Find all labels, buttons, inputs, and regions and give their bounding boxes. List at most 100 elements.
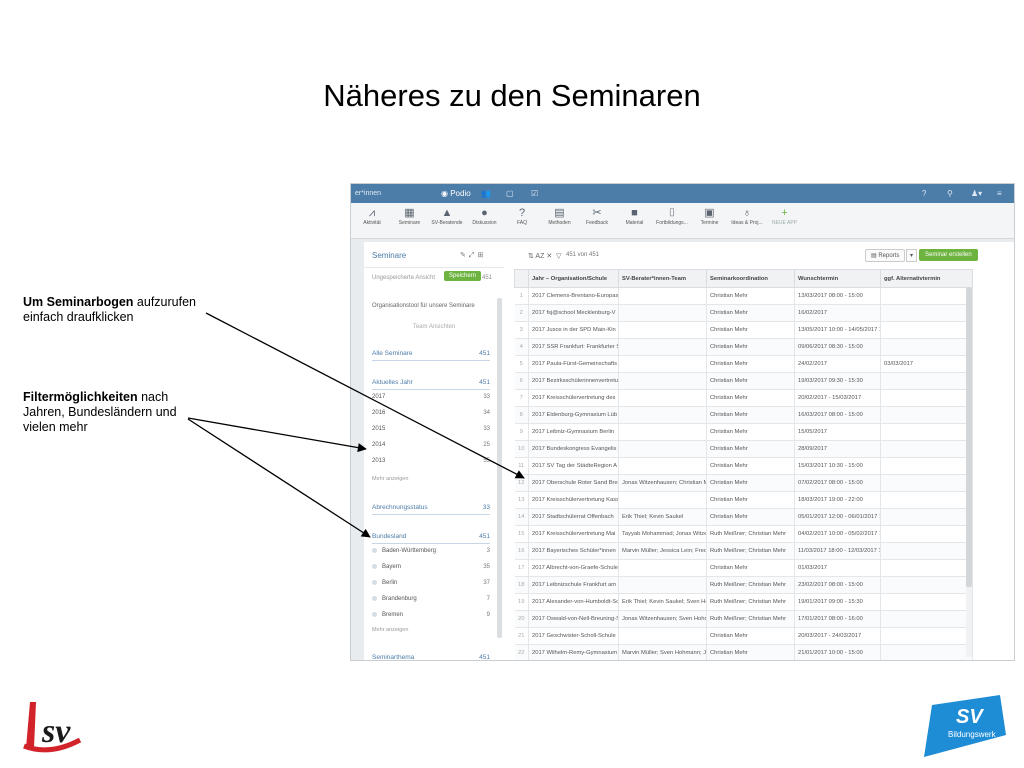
filter-current-year[interactable]: Aktuelles Jahr 451: [372, 379, 490, 390]
filter-billing-status[interactable]: Abrechnungsstatus 33: [372, 504, 490, 515]
toolbar-item[interactable]: ● Diskussion: [465, 206, 505, 226]
table-cell: 2017 Albrecht-von-Graefe-Schule: [528, 559, 619, 577]
table-row[interactable]: 7 2017 Kreisschülervertretung des Christia…: [514, 389, 973, 407]
top-bar: er*innen ◉ Podio 👥 ▢ ☑ ? ⚲ ♟▾ ≡: [351, 184, 1014, 203]
user-icon[interactable]: ♟▾: [971, 189, 982, 198]
table-row[interactable]: 14 2017 Stadtschülerrat Offenbach Erik Thi…: [514, 508, 973, 526]
filter-state-item[interactable]: Baden-Württemberg 3: [372, 548, 490, 554]
checkbox-icon[interactable]: [372, 580, 377, 585]
table-row[interactable]: 4 2017 SSR Frankfurt: Frankfurter S Christ…: [514, 338, 973, 356]
table-cell: Christian Mehr: [706, 355, 795, 373]
table-row[interactable]: 17 2017 Albrecht-von-Graefe-Schule Christi…: [514, 559, 973, 577]
column-header[interactable]: [514, 269, 529, 288]
table-cell: 07/02/2017 08:00 - 15:00: [794, 474, 881, 492]
filter-year-item[interactable]: 2013 55: [372, 458, 490, 464]
item-count: 25: [483, 442, 490, 448]
table-cell: 2017 Jusos in der SPD Main-Kin: [528, 321, 619, 339]
filter-state-item[interactable]: Bayern 35: [372, 564, 490, 570]
workspace-name[interactable]: er*innen: [355, 190, 381, 197]
checkbox-icon[interactable]: [372, 612, 377, 617]
sort-filter-icons[interactable]: ⇅ AZ ✕ ▽: [528, 252, 561, 260]
tasks-icon[interactable]: ☑: [531, 189, 538, 198]
column-header[interactable]: ggf. Alternativtermin: [880, 269, 973, 288]
reports-button[interactable]: ▤ Reports: [865, 249, 906, 262]
filter-state-item[interactable]: Brandenburg 7: [372, 596, 490, 602]
toolbar-item[interactable]: ? FAQ: [502, 206, 542, 226]
table-scrollbar[interactable]: [966, 287, 972, 587]
column-header[interactable]: SV-Berater*innen-Team: [618, 269, 707, 288]
toolbar-label: Termine: [700, 220, 719, 226]
create-seminar-button[interactable]: Seminar erstellen: [919, 249, 978, 261]
reports-dropdown-icon[interactable]: ▾: [906, 249, 918, 262]
column-header[interactable]: Jahr – Organisation/Schule: [528, 269, 619, 288]
item-count: 33: [483, 394, 490, 400]
people-icon[interactable]: 👥: [481, 189, 491, 198]
filter-seminar-theme[interactable]: Seminarthema 451: [372, 654, 490, 660]
callout-bold: Filtermöglichkeiten: [23, 390, 138, 404]
table-row[interactable]: 12 2017 Oberschule Roter Sand Bre Jonas Wi…: [514, 474, 973, 492]
table-cell: [618, 576, 707, 594]
table-row[interactable]: 9 2017 Leibniz-Gymnasium Berlin Christian …: [514, 423, 973, 441]
row-number: 16: [514, 542, 529, 560]
toolbar-item[interactable]: ⩘ Aktivität: [352, 206, 392, 226]
toolbar-item[interactable]: + NEUE APP: [765, 206, 805, 226]
show-more-link[interactable]: Mehr anzeigen: [372, 476, 408, 482]
table-row[interactable]: 2 2017 fsj@school Mecklenburg-V Christian …: [514, 304, 973, 322]
table-cell: Ruth Meißner; Christian Mehr: [706, 593, 795, 611]
filter-all-seminars[interactable]: Alle Seminare 451: [372, 350, 490, 361]
item-label: 2015: [372, 426, 386, 432]
table-row[interactable]: 8 2017 Eldenburg-Gymnasium Lüb Christian M…: [514, 406, 973, 424]
table-row[interactable]: 16 2017 Bayerisches Schüler*innen Marvin M…: [514, 542, 973, 560]
table-row[interactable]: 19 2017 Alexander-von-Humboldt-Sc Erik Thi…: [514, 593, 973, 611]
table-cell: 05/01/2017 12:00 - 06/01/2017 13: [794, 508, 881, 526]
table-row[interactable]: 10 2017 Bundeskongress Evangelis Christian…: [514, 440, 973, 458]
save-view-button[interactable]: Speichern: [444, 271, 482, 281]
toolbar-item[interactable]: ▣ Termine: [690, 206, 730, 226]
table-row[interactable]: 15 2017 Kreisschülervertretung Mai Tayyab …: [514, 525, 973, 543]
filter-year-item[interactable]: 2015 33: [372, 426, 490, 432]
toolbar-item[interactable]: ▦ Seminare: [390, 206, 430, 226]
filter-year-item[interactable]: 2014 25: [372, 442, 490, 448]
toolbar-item[interactable]: ▲ SV-Beratende: [427, 206, 467, 226]
toolbar-item[interactable]: ♁ Ideas & Proj...: [727, 206, 767, 226]
filter-state-item[interactable]: Berlin 37: [372, 580, 490, 586]
checkbox-icon[interactable]: [372, 564, 377, 569]
checkbox-icon[interactable]: [372, 548, 377, 553]
sidebar-tools-icon[interactable]: ✎⤢⊞: [460, 251, 486, 260]
table-row[interactable]: 18 2017 Leibnizschule Frankfurt am Ruth Me…: [514, 576, 973, 594]
toolbar-item[interactable]: ⌷ Fortbildungs...: [652, 206, 692, 226]
filter-federal-state[interactable]: Bundesland 451: [372, 533, 490, 544]
toolbar-item[interactable]: ✂ Feedback: [577, 206, 617, 226]
sidebar-scrollbar[interactable]: [497, 298, 502, 638]
table-row[interactable]: 3 2017 Jusos in der SPD Main-Kin Christian…: [514, 321, 973, 339]
toolbar-label: SV-Beratende: [431, 220, 463, 226]
filter-year-item[interactable]: 2017 33: [372, 394, 490, 400]
column-header[interactable]: Seminarkoordination: [706, 269, 795, 288]
filter-state-item[interactable]: Bremen 9: [372, 612, 490, 618]
toolbar-item[interactable]: ■ Material: [615, 206, 655, 226]
table-row[interactable]: 1 2017 Clemens-Brentano-Europas Christian …: [514, 287, 973, 305]
table-cell: [618, 321, 707, 339]
search-icon[interactable]: ⚲: [947, 189, 953, 198]
table-row[interactable]: 21 2017 Geschwister-Scholl-Schule Christia…: [514, 627, 973, 645]
toolbar-item[interactable]: ▤ Methoden: [540, 206, 580, 226]
table-cell: Marvin Müller; Sven Hohmann; Jc: [618, 644, 707, 660]
sidebar-title[interactable]: Seminare: [372, 251, 406, 260]
table-row[interactable]: 6 2017 Bezirksschülerinnenvertretu Christi…: [514, 372, 973, 390]
column-header[interactable]: Wunschtermin: [794, 269, 881, 288]
table-cell: [880, 474, 973, 492]
help-icon[interactable]: ?: [922, 189, 926, 198]
menu-icon[interactable]: ≡: [997, 189, 1002, 198]
table-row[interactable]: 5 2017 Paula-Fürst-Gemeinschafts Christian…: [514, 355, 973, 373]
table-row[interactable]: 13 2017 Kreisschülervertretung Kass Christ…: [514, 491, 973, 509]
table-row[interactable]: 22 2017 Wilhelm-Remy-Gymnasium Marvin Müll…: [514, 644, 973, 660]
checkbox-icon[interactable]: [372, 596, 377, 601]
filter-year-item[interactable]: 2016 34: [372, 410, 490, 416]
filter-count: 33: [482, 504, 490, 511]
calendar-nav-icon[interactable]: ▢: [506, 189, 514, 198]
plus-icon: +: [781, 207, 788, 219]
toolbar-label: NEUE APP: [771, 220, 797, 226]
show-more-link[interactable]: Mehr anzeigen: [372, 627, 408, 633]
table-row[interactable]: 20 2017 Oswald-von-Nell-Breuning-S Jonas W…: [514, 610, 973, 628]
table-row[interactable]: 11 2017 SV Tag der StädteRegion A Christia…: [514, 457, 973, 475]
